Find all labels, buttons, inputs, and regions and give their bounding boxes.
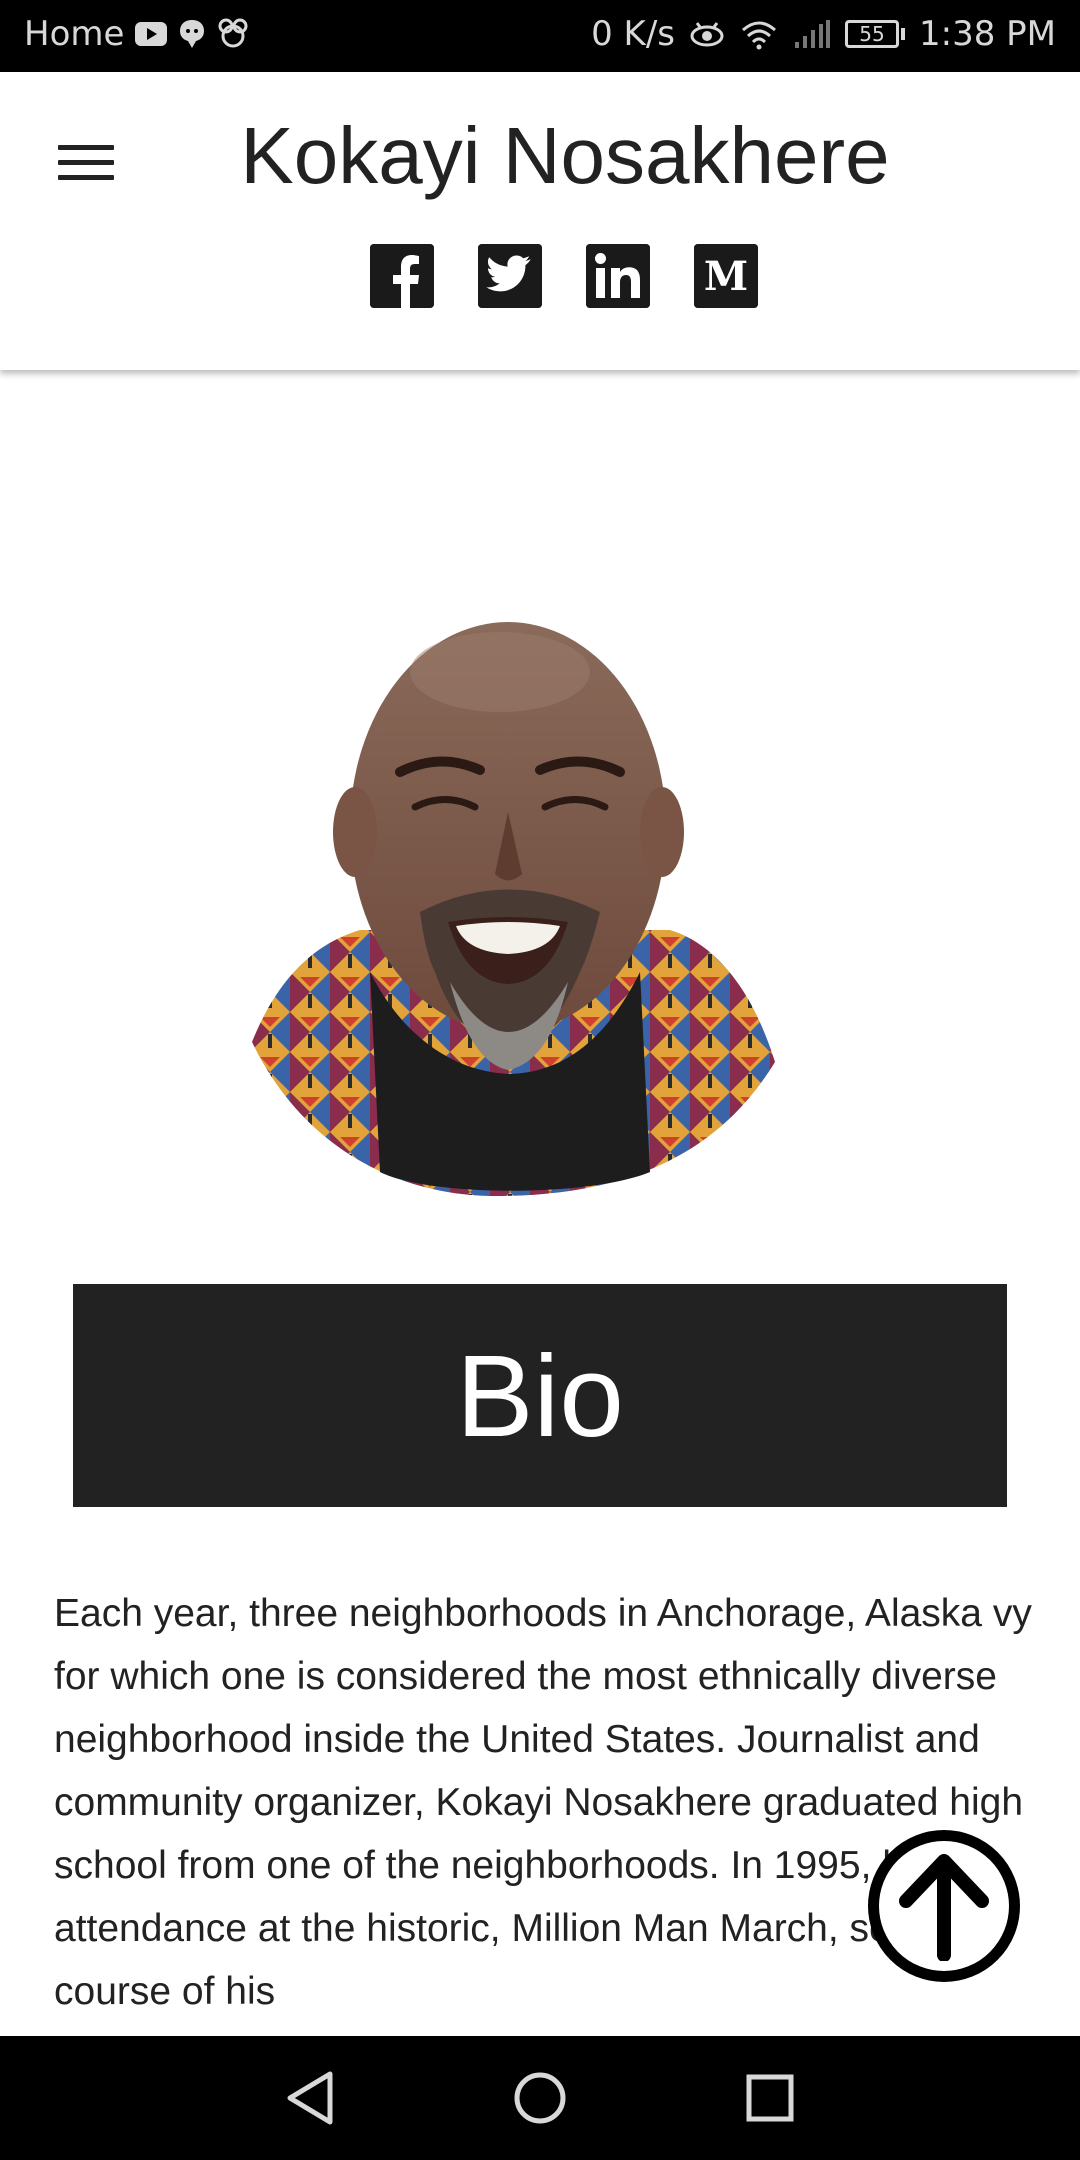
back-icon[interactable]: [275, 2063, 345, 2133]
battery-level: 55: [845, 20, 899, 48]
net-speed: 0 K/s: [591, 14, 675, 54]
site-header: Kokayi Nosakhere M: [0, 72, 1080, 370]
social-links: M: [370, 244, 758, 308]
recents-icon[interactable]: [735, 2063, 805, 2133]
site-title[interactable]: Kokayi Nosakhere: [0, 110, 1080, 202]
medium-icon[interactable]: M: [694, 244, 758, 308]
profile-photo: [250, 612, 780, 1202]
chat-icon: [178, 14, 206, 54]
twitter-icon[interactable]: [478, 244, 542, 308]
eye-icon: [689, 14, 725, 54]
svg-text:M: M: [704, 253, 748, 300]
bio-heading: Bio: [73, 1284, 1007, 1507]
signal-icon: [793, 14, 831, 54]
bee-icon: [216, 14, 250, 54]
facebook-icon[interactable]: [370, 244, 434, 308]
system-nav-bar: [0, 2036, 1080, 2160]
battery-icon: 55: [845, 20, 905, 48]
wifi-icon: [739, 14, 779, 54]
youtube-icon: [134, 14, 168, 54]
home-icon[interactable]: [505, 2063, 575, 2133]
clock: 1:38 PM: [919, 14, 1056, 54]
arrow-up-circle-icon: [899, 1854, 989, 1961]
carrier-label: Home: [24, 14, 125, 54]
linkedin-icon[interactable]: [586, 244, 650, 308]
scroll-to-top-button[interactable]: [868, 1830, 1020, 1982]
status-bar: Home 0 K/s 55 1:38 PM: [0, 0, 1080, 72]
